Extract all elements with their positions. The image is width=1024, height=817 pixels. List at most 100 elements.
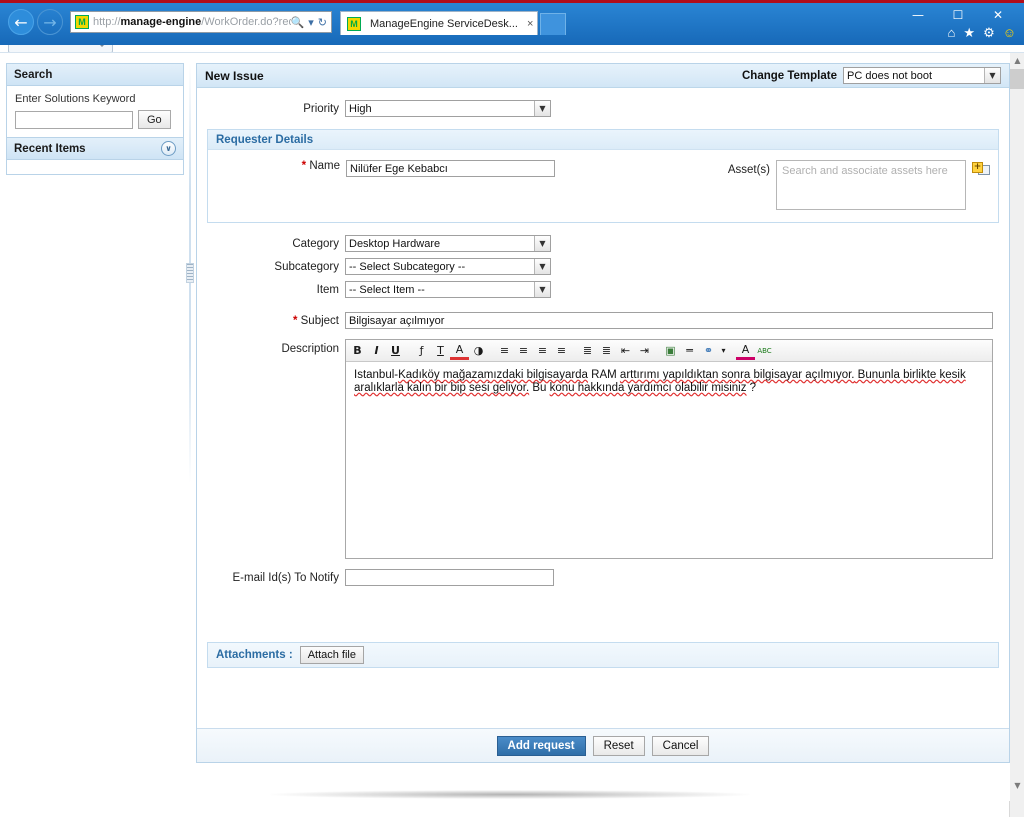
horizontal-rule-icon[interactable]: ═: [680, 342, 699, 360]
subject-input[interactable]: [345, 312, 993, 329]
add-request-button[interactable]: Add request: [496, 735, 586, 756]
add-asset-icon[interactable]: +: [972, 162, 990, 178]
splitter-grip-handle[interactable]: [186, 263, 194, 283]
page-bottom-shadow: [270, 790, 750, 799]
ordered-list-icon[interactable]: ≣: [578, 342, 597, 360]
back-button[interactable]: ←: [8, 9, 34, 35]
chevron-down-icon[interactable]: ▼: [534, 259, 550, 274]
font-color-icon[interactable]: A: [450, 342, 469, 360]
browser-tab[interactable]: M ManageEngine ServiceDesk... ×: [340, 11, 539, 35]
page-scrollbar[interactable]: ▲ ▼: [1009, 53, 1024, 817]
new-tab-button[interactable]: [540, 13, 567, 35]
underline-icon[interactable]: U: [386, 342, 405, 360]
description-row: Description B I U ƒ T A ◑ ≡ ≡ ≡ ≡ ≣ ≣ ⇤ …: [205, 339, 1001, 559]
subcategory-select[interactable]: -- Select Subcategory -- ▼: [345, 258, 551, 275]
requester-details-section: Requester Details * Name Asse: [207, 129, 999, 223]
search-panel-body: Enter Solutions Keyword Go: [7, 86, 183, 137]
search-panel-header: Search: [7, 64, 183, 86]
email-notify-row: E-mail Id(s) To Notify: [205, 569, 1001, 586]
plus-glyph: +: [972, 162, 983, 173]
desc-seg-6: aralıklarla kalın bir bip sesi geliyor.: [354, 382, 530, 394]
align-left-icon[interactable]: ≡: [495, 342, 514, 360]
change-template-value: PC does not boot: [847, 69, 933, 82]
reset-button[interactable]: Reset: [592, 735, 645, 756]
font-size-icon[interactable]: T: [431, 342, 450, 360]
spell-check-icon[interactable]: ABC: [755, 342, 774, 360]
chevron-down-icon[interactable]: ▾: [718, 342, 729, 360]
recent-items-header[interactable]: Recent Items ∨: [7, 138, 183, 160]
subject-label: * Subject: [205, 315, 345, 327]
priority-label: Priority: [303, 102, 339, 115]
cancel-button[interactable]: Cancel: [651, 735, 710, 756]
desc-seg-7: Bu: [529, 382, 550, 394]
window-controls: — ☐ ✕: [898, 5, 1018, 25]
description-text-area[interactable]: Istanbul-Kadıköy mağazamızdaki bilgisaya…: [346, 362, 992, 558]
email-notify-input[interactable]: [345, 569, 554, 586]
insert-link-icon[interactable]: ⚭: [699, 342, 718, 360]
scroll-down-arrow[interactable]: ▼: [1010, 778, 1024, 794]
favorites-star-icon[interactable]: ★: [963, 25, 975, 41]
requester-name-input[interactable]: [346, 160, 555, 177]
search-icon[interactable]: 🔍: [291, 16, 305, 29]
scroll-up-arrow[interactable]: ▲: [1010, 53, 1024, 69]
attach-file-button[interactable]: Attach file: [299, 646, 364, 664]
page-title: New Issue: [205, 68, 264, 83]
maximize-button[interactable]: ☐: [938, 5, 978, 25]
requester-details-title: Requester Details: [216, 133, 314, 146]
home-icon[interactable]: ⌂: [948, 25, 956, 41]
font-name-icon[interactable]: ƒ: [412, 342, 431, 360]
search-go-button[interactable]: Go: [138, 110, 171, 129]
desc-seg-2: Kadıköy mağazamızdaki bilgisayarda: [398, 369, 588, 381]
gear-icon[interactable]: ⚙: [983, 25, 995, 41]
insert-image-icon[interactable]: ▣: [661, 342, 680, 360]
name-label-text: Name: [309, 160, 340, 172]
priority-select[interactable]: High ▼: [345, 100, 551, 117]
chevron-down-icon[interactable]: ▼: [984, 68, 1000, 83]
minimize-button[interactable]: —: [898, 5, 938, 25]
chevron-down-icon[interactable]: ∨: [161, 141, 176, 156]
bulleted-list-icon[interactable]: ≣: [597, 342, 616, 360]
subject-label-text: Subject: [300, 314, 339, 327]
browser-toolbar-icons: ⌂ ★ ⚙ ☺: [948, 25, 1016, 41]
tab-favicon: M: [347, 16, 361, 31]
chevron-down-icon[interactable]: ▼: [534, 101, 550, 116]
smiley-feedback-icon[interactable]: ☺: [1003, 25, 1016, 41]
solutions-search-input[interactable]: [15, 110, 133, 129]
search-panel-title: Search: [14, 68, 53, 81]
bold-icon[interactable]: B: [348, 342, 367, 360]
description-label: Description: [281, 343, 339, 355]
description-editor[interactable]: B I U ƒ T A ◑ ≡ ≡ ≡ ≡ ≣ ≣ ⇤ ⇥ ▣ ═ ⚭ ▾ A …: [345, 339, 993, 559]
close-button[interactable]: ✕: [978, 5, 1018, 25]
chevron-down-icon[interactable]: ▼: [534, 236, 550, 251]
align-right-icon[interactable]: ≡: [533, 342, 552, 360]
background-color-icon[interactable]: ◑: [469, 342, 488, 360]
outdent-icon[interactable]: ⇤: [616, 342, 635, 360]
forward-button[interactable]: →: [37, 9, 63, 35]
item-select[interactable]: -- Select Item -- ▼: [345, 281, 551, 298]
align-center-icon[interactable]: ≡: [514, 342, 533, 360]
required-asterisk: *: [292, 314, 298, 327]
category-select[interactable]: Desktop Hardware ▼: [345, 235, 551, 252]
name-label: * Name: [216, 160, 346, 172]
refresh-icon[interactable]: ↻: [318, 16, 327, 29]
indent-icon[interactable]: ⇥: [635, 342, 654, 360]
italic-icon[interactable]: I: [367, 342, 386, 360]
desc-seg-9: ?: [746, 382, 757, 394]
tab-close-icon[interactable]: ×: [527, 18, 533, 30]
change-template-group: Change Template PC does not boot ▼: [742, 67, 1001, 84]
remove-format-icon[interactable]: A: [736, 342, 755, 360]
chevron-down-icon[interactable]: ▼: [534, 282, 550, 297]
address-bar[interactable]: M http://manage-engine/WorkOrder.do?reqT…: [70, 11, 332, 33]
desc-seg-1: Istanbul-: [354, 369, 399, 381]
align-justify-icon[interactable]: ≡: [552, 342, 571, 360]
item-label: Item: [316, 283, 339, 296]
attachments-label: Attachments :: [216, 649, 293, 661]
chevron-down-icon[interactable]: ▾: [308, 16, 314, 29]
sidebar-splitter[interactable]: [184, 63, 196, 483]
recent-items-body: [7, 160, 183, 174]
desc-seg-3: RAM: [587, 369, 620, 381]
assets-search-box[interactable]: Search and associate assets here: [776, 160, 966, 210]
form-body: Priority High ▼ Requester Details * Name…: [197, 88, 1009, 668]
change-template-select[interactable]: PC does not boot ▼: [843, 67, 1001, 84]
scrollbar-thumb[interactable]: [1010, 69, 1024, 89]
